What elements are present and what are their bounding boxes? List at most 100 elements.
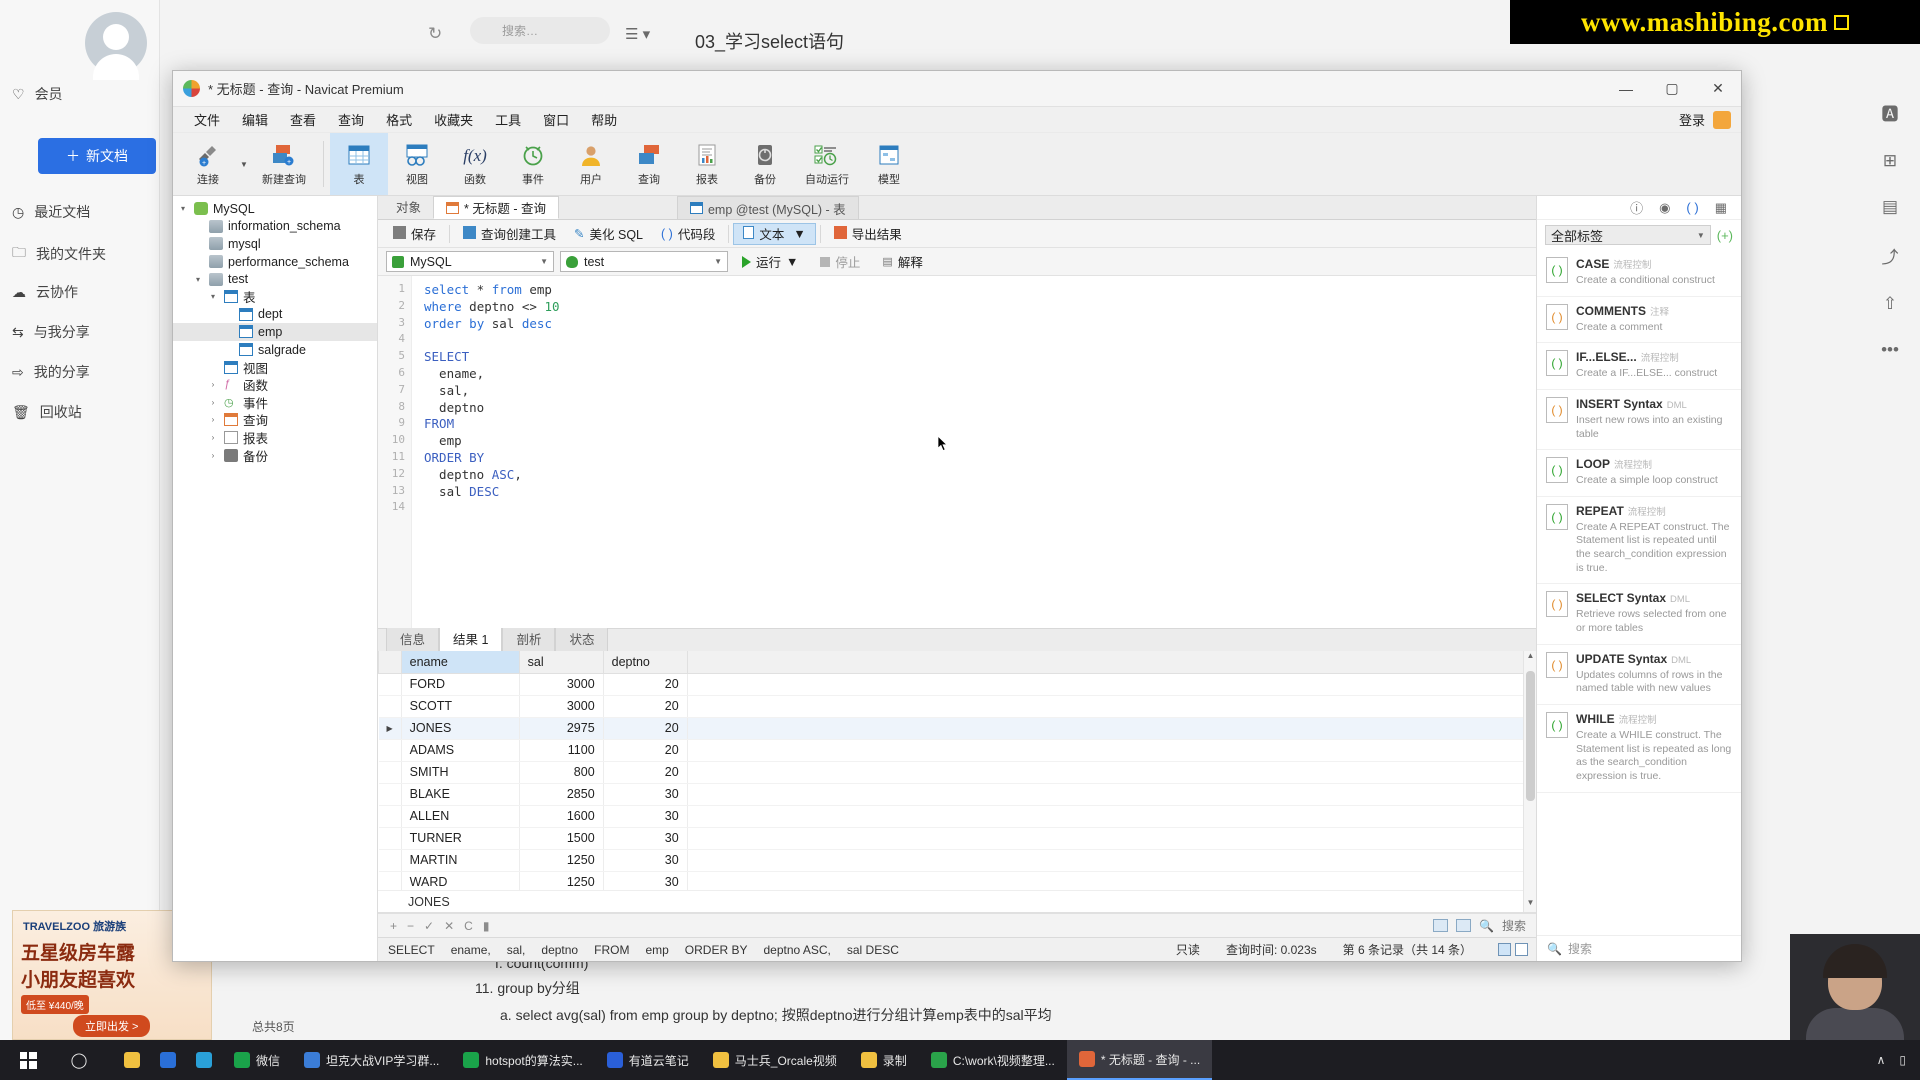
tree-item-备份[interactable]: › 备份 (173, 446, 377, 464)
menu-item-8[interactable]: 帮助 (580, 107, 628, 133)
stop-button[interactable]: 停止 (812, 252, 868, 271)
column-header-deptno[interactable]: deptno (602, 651, 688, 674)
cell-ename[interactable]: JONES (401, 717, 520, 740)
taskbar-item-5[interactable]: C:\work\视频整理... (919, 1040, 1067, 1080)
cell-ename[interactable]: ADAMS (401, 739, 520, 762)
table-row[interactable]: ALLEN 1600 30 (378, 805, 1536, 828)
result-tab-信息[interactable]: 信息 (386, 625, 440, 651)
eye-icon[interactable]: ◉ (1659, 200, 1670, 216)
comment-icon[interactable]: ▤ (1882, 197, 1898, 217)
tag-filter-select[interactable]: 全部标签 ▼ (1545, 225, 1711, 245)
rail-item-member[interactable]: ♡ 会员 (12, 84, 63, 104)
login-label[interactable]: 登录 (1679, 110, 1705, 129)
editor-tab-0[interactable]: * 无标题 - 查询 (433, 196, 559, 219)
cell-ename[interactable]: ALLEN (401, 805, 520, 828)
cell-ename[interactable]: TURNER (401, 827, 520, 850)
cell-ename[interactable]: FORD (401, 673, 520, 696)
menu-item-1[interactable]: 编辑 (231, 107, 279, 133)
table-row[interactable]: MARTIN 1250 30 (378, 849, 1536, 872)
cell-ename[interactable]: BLAKE (401, 783, 520, 806)
tree-item-mysql[interactable]: mysql (173, 235, 377, 253)
cell-sal[interactable]: 800 (519, 761, 604, 784)
qtoolbar-查询创建工具[interactable]: 查询创建工具 (454, 223, 565, 245)
snippet-search-row[interactable]: 🔍 搜索 (1537, 935, 1741, 961)
ribbon-button-视图[interactable]: 视图 (388, 133, 446, 195)
cell-deptno[interactable]: 20 (603, 739, 688, 762)
tree-arrow[interactable]: › (207, 380, 219, 389)
result-tab-状态[interactable]: 状态 (555, 625, 609, 651)
code-snippet-icon[interactable]: ( ) (1686, 200, 1698, 215)
cell-deptno[interactable]: 20 (603, 717, 688, 740)
result-grid[interactable]: ename sal deptno FORD 3000 20 SCOTT 3000 20 ▶ JON… (378, 651, 1536, 913)
cell-sal[interactable]: 2975 (519, 717, 604, 740)
tree-item-表[interactable]: ▾ 表 (173, 288, 377, 306)
grid-nav-button-0[interactable]: + (390, 919, 397, 933)
cell-deptno[interactable]: 30 (603, 849, 688, 872)
cell-sal[interactable]: 1600 (519, 805, 604, 828)
explain-button[interactable]: ▤ 解释 (874, 252, 930, 271)
ribbon-button-备份[interactable]: 备份 (736, 133, 794, 195)
database-select[interactable]: test ▼ (560, 251, 728, 272)
snippet-list[interactable]: ( ) CASE 流程控制 Create a conditional construc… (1537, 250, 1741, 793)
row-marker[interactable] (378, 849, 402, 872)
row-marker[interactable] (378, 805, 402, 828)
taskbar-item-6[interactable]: * 无标题 - 查询 - ... (1066, 1040, 1213, 1080)
refresh-icon[interactable]: ↻ (428, 24, 442, 44)
scroll-up-icon[interactable]: ▲ (1524, 651, 1537, 665)
taskbar-pinned-edge-icon[interactable] (186, 1040, 222, 1080)
taskbar-item-3[interactable]: 马士兵_Orcale视频 (701, 1040, 849, 1080)
tree-arrow[interactable]: ▾ (192, 275, 204, 284)
taskbar-item-4[interactable]: 录制 (849, 1040, 919, 1080)
snippet-item-SELECT Syntax[interactable]: ( ) SELECT Syntax DML Retrieve rows selecte… (1537, 584, 1741, 645)
cell-ename[interactable]: WARD (401, 871, 520, 890)
cell-ename[interactable]: MARTIN (401, 849, 520, 872)
cell-sal[interactable]: 3000 (519, 673, 604, 696)
rail-item-my-folder[interactable]: 🗀 我的文件夹 (12, 242, 106, 266)
grid-search-input[interactable]: 搜索 (1502, 917, 1526, 934)
tree-item-test[interactable]: ▾ test (173, 270, 377, 288)
upload-icon[interactable]: ⇧ (1883, 294, 1897, 314)
row-marker[interactable]: ▶ (378, 717, 402, 740)
tree-item-函数[interactable]: › ƒ 函数 (173, 376, 377, 394)
table-row[interactable]: ▶ JONES 2975 20 (378, 717, 1536, 740)
info-icon[interactable]: ⓘ (1630, 198, 1643, 217)
table-row[interactable]: SCOTT 3000 20 (378, 695, 1536, 718)
cell-ename[interactable]: SMITH (401, 761, 520, 784)
menu-item-4[interactable]: 格式 (375, 107, 423, 133)
single-view-button[interactable] (1515, 943, 1528, 956)
tray-expand-icon[interactable]: ∧ (1877, 1053, 1886, 1067)
row-marker[interactable] (378, 739, 402, 762)
ribbon-button-函数[interactable]: f(x) 函数 (446, 133, 504, 195)
search-input[interactable]: 搜索… (470, 17, 610, 44)
grid-vertical-scrollbar[interactable]: ▲ ▼ (1523, 651, 1536, 912)
result-table[interactable]: ename sal deptno FORD 3000 20 SCOTT 3000 20 ▶ JON… (378, 651, 1536, 890)
grid-nav-button-4[interactable]: C (464, 919, 473, 933)
snippet-item-REPEAT[interactable]: ( ) REPEAT 流程控制 Create A REPEAT construct. … (1537, 497, 1741, 585)
taskbar-item-wechat[interactable]: 微信 (222, 1040, 292, 1080)
editor-tab-1[interactable]: emp @test (MySQL) - 表 (676, 196, 859, 219)
ribbon-button-查询[interactable]: 查询 (620, 133, 678, 195)
start-button[interactable] (0, 1051, 56, 1069)
menu-item-3[interactable]: 查询 (327, 107, 375, 133)
share-icon[interactable]: ⤴ (1882, 243, 1899, 268)
ribbon-button-事件[interactable]: 事件 (504, 133, 562, 195)
grid-editor-field[interactable]: JONES (378, 890, 1536, 912)
table-row[interactable]: TURNER 1500 30 (378, 827, 1536, 850)
cell-sal[interactable]: 1100 (519, 739, 604, 762)
ribbon-button-模型[interactable]: 模型 (860, 133, 918, 195)
row-marker[interactable] (378, 783, 402, 806)
tree-arrow[interactable]: ▾ (207, 292, 219, 301)
rail-item-my-share[interactable]: ⇨ 我的分享 (12, 362, 90, 382)
avatar[interactable] (85, 12, 147, 80)
rail-item-cloud[interactable]: ☁ 云协作 (12, 282, 78, 302)
snippet-item-WHILE[interactable]: ( ) WHILE 流程控制 Create a WHILE construct. Th… (1537, 705, 1741, 793)
qtoolbar-代码段[interactable]: ( ) 代码段 (652, 223, 724, 245)
row-marker[interactable] (378, 673, 402, 696)
menu-item-5[interactable]: 收藏夹 (423, 107, 484, 133)
cell-ename[interactable]: SCOTT (401, 695, 520, 718)
split-view-button[interactable] (1498, 943, 1511, 956)
account-avatar[interactable] (1713, 110, 1731, 129)
snippet-item-IF...ELSE...[interactable]: ( ) IF...ELSE... 流程控制 Create a IF...ELSE...… (1537, 343, 1741, 390)
menu-item-0[interactable]: 文件 (183, 107, 231, 133)
row-marker[interactable] (378, 871, 402, 890)
